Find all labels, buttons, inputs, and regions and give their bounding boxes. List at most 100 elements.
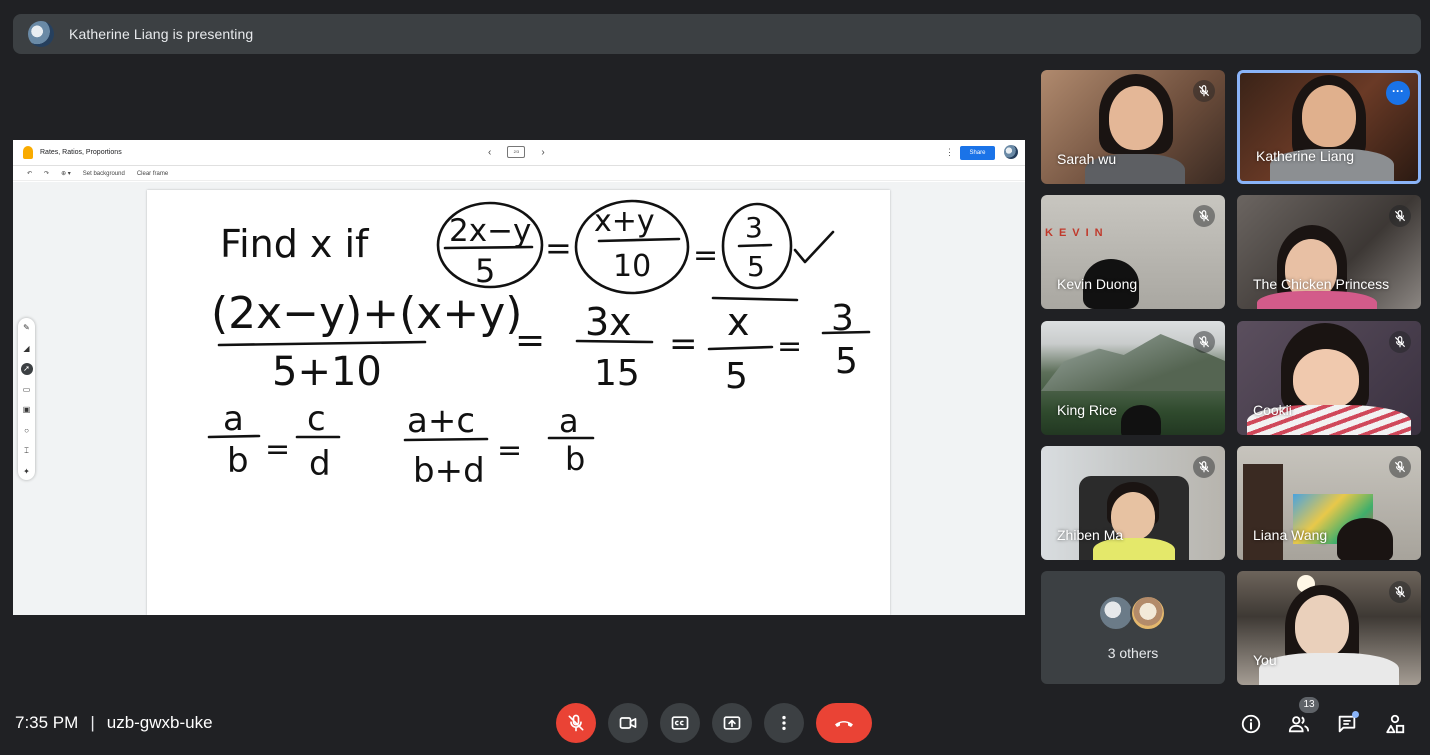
info-icon bbox=[1241, 714, 1261, 734]
participant-tile-the-chicken-princess[interactable]: The Chicken Princess bbox=[1237, 195, 1421, 309]
image-icon: ▣ bbox=[22, 405, 31, 414]
more-options-icon[interactable]: ··· bbox=[1386, 81, 1410, 105]
presenting-text: Katherine Liang is presenting bbox=[69, 26, 254, 42]
participant-tile-katherine-liang[interactable]: ··· Katherine Liang bbox=[1237, 70, 1421, 184]
chat-notification-dot bbox=[1352, 711, 1359, 718]
handwriting-5-plus-10: 5+10 bbox=[272, 349, 382, 395]
present-icon bbox=[723, 716, 741, 730]
activities-button[interactable] bbox=[1383, 712, 1407, 736]
mic-off-icon bbox=[1193, 456, 1215, 478]
activities-icon bbox=[1386, 714, 1405, 734]
participant-name: Liana Wang bbox=[1253, 527, 1328, 543]
participant-name: Kevin Duong bbox=[1057, 276, 1138, 292]
meeting-info: 7:35 PM | uzb-gwxb-uke bbox=[15, 713, 213, 733]
participant-tile-you[interactable]: You bbox=[1237, 571, 1421, 685]
handwriting-eq7: = bbox=[497, 433, 522, 468]
participant-name: Cookii bbox=[1253, 402, 1292, 418]
jamboard-logo bbox=[23, 146, 33, 159]
handwriting-5a: 5 bbox=[747, 250, 765, 283]
camera-icon bbox=[619, 717, 637, 729]
meeting-details-button[interactable] bbox=[1239, 712, 1263, 736]
people-button[interactable] bbox=[1287, 712, 1311, 736]
mic-off-icon bbox=[1193, 331, 1215, 353]
toggle-mic-button[interactable] bbox=[556, 703, 596, 743]
eraser-icon: ◢ bbox=[23, 343, 30, 353]
participant-name: Katherine Liang bbox=[1256, 148, 1355, 164]
wall-letters: KEVIN bbox=[1045, 227, 1109, 239]
participant-tile-sarah-wu[interactable]: Sarah wu bbox=[1041, 70, 1225, 184]
participant-name: You bbox=[1253, 652, 1277, 668]
mic-off-icon bbox=[1389, 456, 1411, 478]
shared-screen[interactable]: Rates, Ratios, Proportions ‹ 2/3 › ⋮ Sha… bbox=[13, 140, 1025, 615]
sticky-note-icon: ▭ bbox=[22, 384, 31, 394]
handwriting-eq4: = bbox=[669, 324, 698, 364]
others-count-label: 3 others bbox=[1107, 645, 1159, 661]
jamboard-share-button: Share bbox=[960, 146, 995, 160]
prev-frame-icon: ‹ bbox=[488, 146, 492, 158]
mic-off-icon bbox=[1193, 80, 1215, 102]
jamboard-more-icon: ⋮ bbox=[945, 147, 954, 157]
clear-frame-label: Clear frame bbox=[136, 170, 169, 177]
next-frame-icon: › bbox=[541, 146, 545, 158]
handwriting-sum-numerator: (2x−y)+(x+y) bbox=[211, 288, 522, 339]
participant-name: The Chicken Princess bbox=[1253, 276, 1390, 292]
handwriting-eq3: = bbox=[515, 320, 545, 361]
participant-tile-king-rice[interactable]: King Rice bbox=[1041, 321, 1225, 435]
more-options-button[interactable] bbox=[764, 703, 804, 743]
handwriting-d: d bbox=[309, 444, 331, 484]
other-participant-avatar bbox=[1130, 595, 1166, 631]
more-vertical-icon bbox=[782, 715, 786, 731]
participant-name: King Rice bbox=[1057, 402, 1117, 418]
laser-icon: ✦ bbox=[23, 466, 30, 476]
handwriting-eq5: = bbox=[777, 329, 802, 364]
mic-off-icon bbox=[1389, 331, 1411, 353]
handwriting-x: x bbox=[727, 300, 750, 344]
handwriting-2x-y: 2x−y bbox=[449, 213, 531, 249]
handwriting-3a: 3 bbox=[745, 211, 763, 244]
other-participant-avatar bbox=[1098, 595, 1134, 631]
mic-off-icon bbox=[568, 714, 584, 732]
handwriting-b: b bbox=[227, 441, 249, 481]
text-box-icon: ⌶ bbox=[24, 446, 29, 455]
mic-off-icon bbox=[1193, 205, 1215, 227]
handwriting-eq2: = bbox=[693, 238, 718, 273]
handwriting-5b: 5 bbox=[725, 356, 748, 397]
pen-icon: ✎ bbox=[23, 323, 30, 332]
jamboard-title: Rates, Ratios, Proportions bbox=[40, 149, 122, 156]
mic-off-icon bbox=[1389, 581, 1411, 603]
others-tile[interactable]: 3 others bbox=[1041, 571, 1225, 684]
handwriting-a: a bbox=[223, 399, 244, 439]
jamboard-toolbar: ↶ ↷ ⊕ ▾ Set background Clear frame bbox=[13, 167, 1025, 181]
handwriting-a2: a bbox=[559, 402, 579, 440]
shape-icon: ○ bbox=[24, 425, 29, 435]
jamboard-topbar: Rates, Ratios, Proportions ‹ 2/3 › ⋮ Sha… bbox=[13, 140, 1025, 166]
handwriting-5c: 5 bbox=[835, 341, 858, 382]
present-now-button[interactable] bbox=[712, 703, 752, 743]
meeting-code: uzb-gwxb-uke bbox=[106, 713, 213, 732]
handwriting-c: c bbox=[307, 399, 326, 439]
select-icon: ➚ bbox=[20, 363, 33, 375]
undo-icon: ↶ bbox=[27, 171, 33, 177]
jamboard-user-avatar bbox=[1004, 145, 1018, 159]
zoom-icon: ⊕ ▾ bbox=[61, 171, 71, 177]
handwriting-10: 10 bbox=[613, 249, 651, 284]
frame-indicator: 2/3 bbox=[507, 146, 526, 158]
captions-button[interactable] bbox=[660, 703, 700, 743]
handwriting-b-plus-d: b+d bbox=[413, 451, 485, 491]
handwritten-math: Find x if 2x−y 5 = x+y 10 = 3 5 (2x−y)+(… bbox=[207, 199, 871, 491]
participant-tile-zhiben-ma[interactable]: Zhiben Ma bbox=[1041, 446, 1225, 560]
participant-tile-kevin-duong[interactable]: KEVIN Kevin Duong bbox=[1041, 195, 1225, 309]
handwriting-eq1: = bbox=[545, 229, 572, 267]
hang-up-icon bbox=[835, 721, 853, 727]
handwriting-15: 15 bbox=[594, 353, 640, 394]
presenter-avatar bbox=[28, 21, 54, 47]
people-count-badge: 13 bbox=[1299, 697, 1319, 713]
participant-tile-liana-wang[interactable]: Liana Wang bbox=[1237, 446, 1421, 560]
participant-tile-cookii[interactable]: Cookii bbox=[1237, 321, 1421, 435]
handwriting-3x: 3x bbox=[585, 300, 632, 344]
handwriting-5: 5 bbox=[475, 252, 495, 290]
toggle-camera-button[interactable] bbox=[608, 703, 648, 743]
meeting-info-separator: | bbox=[90, 713, 95, 732]
handwriting-find-x: Find x if bbox=[220, 222, 370, 266]
leave-call-button[interactable] bbox=[816, 703, 872, 743]
